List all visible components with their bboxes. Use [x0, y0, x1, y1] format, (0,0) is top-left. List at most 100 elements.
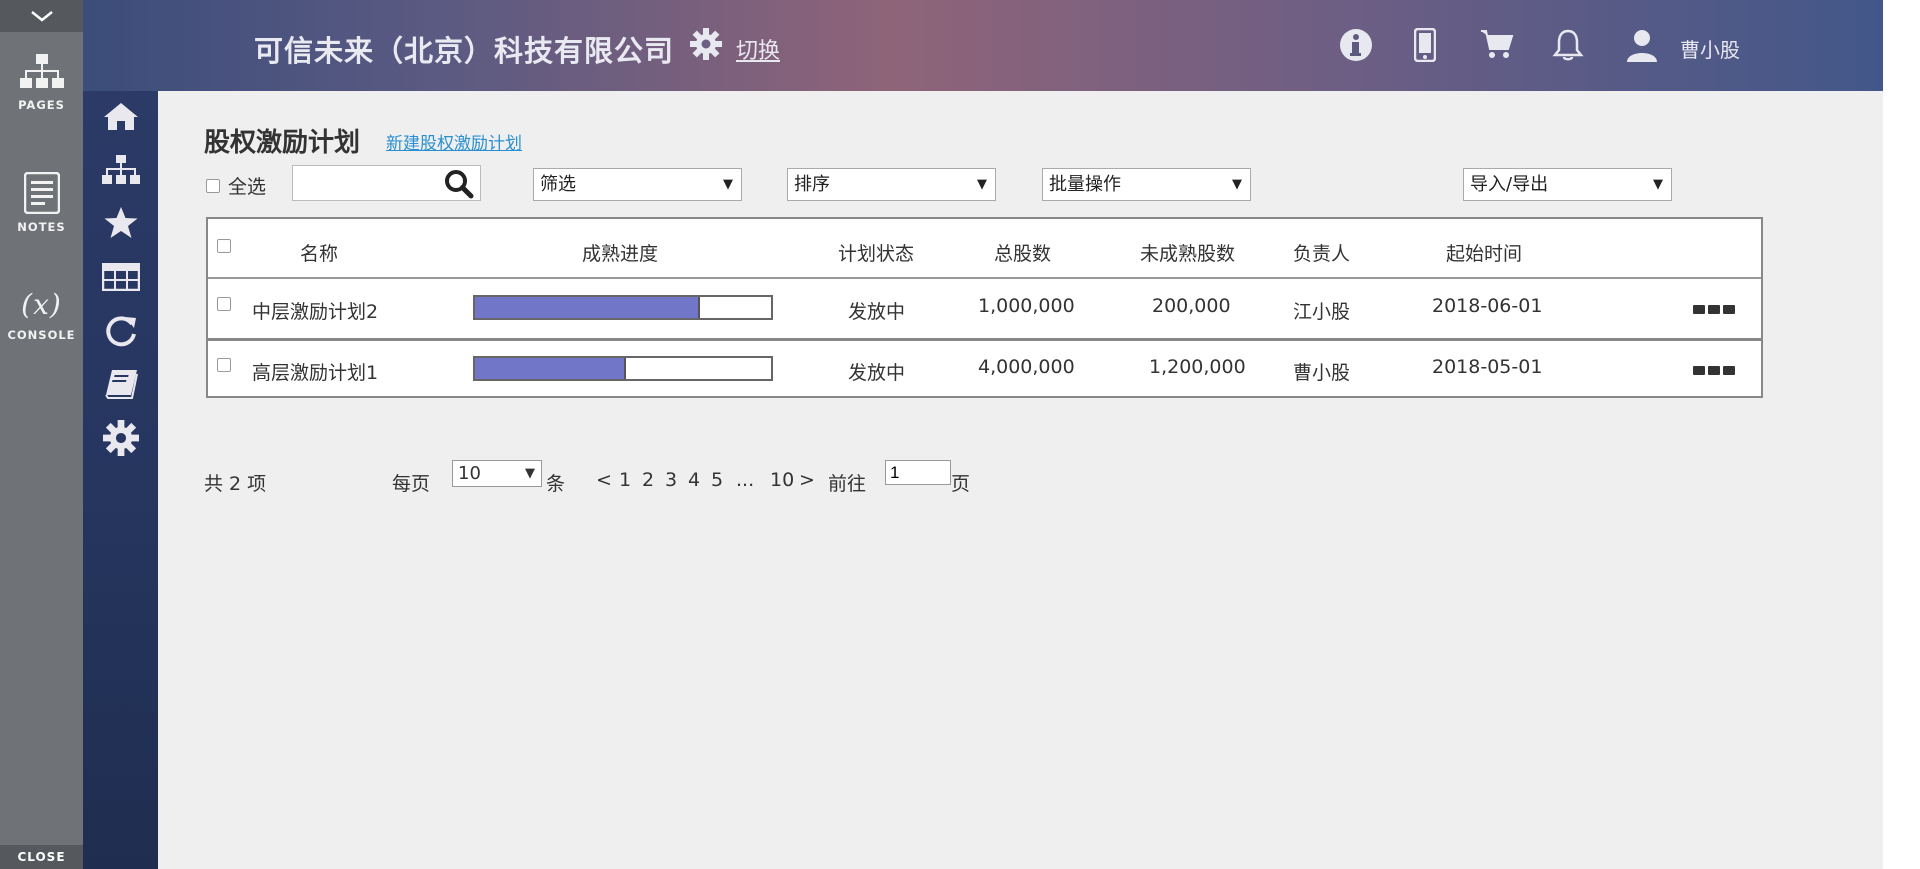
console-icon: (x) [21, 288, 62, 321]
info-icon[interactable] [1339, 28, 1373, 62]
plan-name[interactable]: 高层激励计划1 [252, 358, 378, 385]
row-checkbox[interactable] [217, 297, 231, 311]
switch-company-link[interactable]: 切换 [736, 33, 780, 65]
batch-actions-label: 批量操作 [1049, 174, 1121, 195]
header-bar: 可信未来（北京）科技有限公司 切换 曹小股 [83, 0, 1883, 91]
user-avatar-icon[interactable] [1625, 28, 1659, 62]
page-right-margin [1883, 0, 1920, 869]
column-header-total-shares[interactable]: 总股数 [994, 239, 1051, 266]
new-plan-link[interactable]: 新建股权激励计划 [386, 129, 522, 154]
nav-refresh[interactable] [102, 312, 140, 350]
page-link-3[interactable]: 3 [665, 469, 677, 491]
column-header-name[interactable]: 名称 [300, 239, 338, 266]
nav-sidebar [83, 91, 158, 869]
start-date: 2018-05-01 [1432, 356, 1543, 378]
goto-unit: 页 [951, 473, 971, 495]
nav-home[interactable] [102, 97, 140, 135]
page-link-2[interactable]: 2 [642, 469, 654, 491]
console-label: CONSOLE [7, 328, 76, 342]
gear-icon [103, 420, 139, 456]
select-all: 全选 [206, 172, 266, 199]
total-count: 共 2 项 [204, 473, 267, 495]
dropdown-arrow-icon: ▼ [977, 177, 987, 192]
search-icon[interactable] [444, 169, 474, 199]
tool-pages[interactable]: PAGES [0, 54, 83, 112]
sort-dropdown[interactable]: 排序 ▼ [787, 168, 996, 201]
import-export-dropdown[interactable]: 导入/导出 ▼ [1463, 168, 1672, 201]
column-header-unvested-shares[interactable]: 未成熟股数 [1140, 239, 1235, 266]
total-shares: 4,000,000 [978, 356, 1075, 378]
header-checkbox[interactable] [217, 239, 231, 253]
nav-settings[interactable] [102, 419, 140, 457]
goto-label: 前往 [828, 473, 867, 495]
goto-page-input[interactable] [885, 460, 951, 485]
plans-table: 名称 成熟进度 计划状态 总股数 未成熟股数 负责人 起始时间 中层激励计划2 … [206, 217, 1763, 398]
column-header-start-date[interactable]: 起始时间 [1446, 239, 1522, 266]
column-header-owner[interactable]: 负责人 [1293, 239, 1350, 266]
pages-label: PAGES [18, 98, 65, 112]
vesting-progress-fill [475, 297, 700, 318]
column-header-progress[interactable]: 成熟进度 [582, 239, 658, 266]
book-icon [105, 370, 138, 399]
table-row[interactable]: 中层激励计划2 发放中 1,000,000 200,000 江小股 2018-0… [208, 279, 1761, 339]
page-link-5[interactable]: 5 [711, 469, 723, 491]
tool-console[interactable]: (x) CONSOLE [0, 288, 83, 342]
select-all-label: 全选 [228, 176, 267, 198]
per-page-select[interactable]: 10 ▼ [452, 460, 542, 487]
table-icon [102, 263, 140, 291]
per-page-value: 10 [458, 463, 481, 484]
more-actions-icon[interactable] [1693, 366, 1735, 375]
nav-table[interactable] [102, 258, 140, 296]
page-ellipsis: ... [736, 469, 755, 491]
page-title: 股权激励计划 [204, 128, 361, 158]
total-shares: 1,000,000 [978, 295, 1075, 317]
sitemap-icon [19, 54, 64, 88]
prev-page-button[interactable]: < [596, 469, 612, 491]
sort-dropdown-label: 排序 [794, 174, 830, 195]
search-box [292, 165, 481, 201]
collapse-panel-button[interactable] [0, 0, 83, 32]
dropdown-arrow-icon: ▼ [723, 177, 733, 192]
vesting-progress-bar [473, 295, 773, 320]
page-link-10[interactable]: 10 [770, 469, 794, 491]
close-panel-button[interactable]: CLOSE [0, 845, 83, 869]
notes-label: NOTES [17, 220, 66, 234]
dropdown-arrow-icon: ▼ [525, 466, 535, 481]
nav-org-chart[interactable] [102, 151, 140, 189]
plan-name[interactable]: 中层激励计划2 [252, 297, 378, 324]
dropdown-arrow-icon: ▼ [1653, 177, 1663, 192]
start-date: 2018-06-01 [1432, 295, 1543, 317]
select-all-checkbox[interactable] [206, 178, 220, 193]
cart-icon[interactable] [1480, 28, 1514, 60]
table-row[interactable]: 高层激励计划1 发放中 4,000,000 1,200,000 曹小股 2018… [208, 340, 1761, 400]
more-actions-icon[interactable] [1693, 305, 1735, 314]
plan-status: 发放中 [848, 301, 906, 323]
filter-dropdown-label: 筛选 [540, 174, 576, 195]
chevron-down-icon [30, 11, 53, 22]
sitemap-icon [102, 155, 140, 184]
page-link-1[interactable]: 1 [619, 469, 631, 491]
nav-book[interactable] [102, 365, 140, 403]
refresh-icon [106, 316, 136, 347]
plan-owner: 曹小股 [1293, 362, 1351, 384]
tool-notes[interactable]: NOTES [0, 172, 83, 234]
import-export-label: 导入/导出 [1470, 174, 1549, 195]
page-link-4[interactable]: 4 [688, 469, 700, 491]
batch-actions-dropdown[interactable]: 批量操作 ▼ [1042, 168, 1251, 201]
gear-icon[interactable] [690, 28, 722, 60]
column-header-status[interactable]: 计划状态 [838, 239, 914, 266]
row-checkbox[interactable] [217, 358, 231, 372]
tool-panel: PAGES NOTES (x) CONSOLE CLOSE [0, 0, 83, 869]
next-page-button[interactable]: > [799, 469, 815, 491]
vesting-progress-bar [473, 356, 773, 381]
per-page-unit: 条 [546, 473, 566, 495]
unvested-shares: 1,200,000 [1149, 356, 1246, 378]
search-input[interactable] [295, 168, 439, 200]
mobile-icon[interactable] [1414, 28, 1436, 62]
bell-icon[interactable] [1552, 28, 1584, 62]
user-name[interactable]: 曹小股 [1680, 34, 1740, 63]
plan-owner: 江小股 [1293, 301, 1351, 323]
nav-favorites[interactable] [102, 204, 140, 242]
filter-dropdown[interactable]: 筛选 ▼ [533, 168, 742, 201]
unvested-shares: 200,000 [1152, 295, 1231, 317]
